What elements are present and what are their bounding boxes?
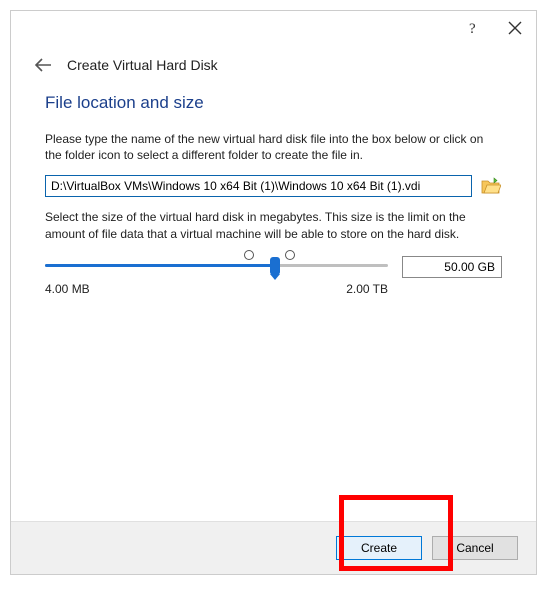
- section-title: File location and size: [45, 93, 502, 113]
- size-slider[interactable]: [45, 254, 388, 280]
- slider-min-label: 4.00 MB: [45, 282, 90, 296]
- header: Create Virtual Hard Disk: [11, 45, 536, 93]
- slider-thumb[interactable]: [270, 257, 280, 275]
- titlebar: ?: [11, 11, 536, 45]
- create-button[interactable]: Create: [336, 536, 422, 560]
- browse-folder-icon[interactable]: [480, 175, 502, 197]
- create-vhd-dialog: ? Create Virtual Hard Disk File location…: [10, 10, 537, 575]
- slider-max-label: 2.00 TB: [346, 282, 388, 296]
- path-instruction: Please type the name of the new virtual …: [45, 131, 502, 163]
- help-icon[interactable]: ?: [464, 19, 482, 37]
- path-row: [45, 175, 502, 197]
- path-input[interactable]: [45, 175, 472, 197]
- svg-text:?: ?: [469, 21, 476, 36]
- close-icon[interactable]: [506, 19, 524, 37]
- cancel-button[interactable]: Cancel: [432, 536, 518, 560]
- slider-fill: [45, 264, 275, 267]
- tick-dot: [244, 250, 254, 260]
- size-input[interactable]: [402, 256, 502, 278]
- footer: Create Cancel: [11, 521, 536, 574]
- content: File location and size Please type the n…: [11, 93, 536, 304]
- size-instruction: Select the size of the virtual hard disk…: [45, 209, 502, 241]
- back-icon[interactable]: [33, 55, 53, 75]
- slider-area: 4.00 MB 2.00 TB: [45, 254, 502, 296]
- slider-labels: 4.00 MB 2.00 TB: [45, 282, 502, 296]
- tick-dot: [285, 250, 295, 260]
- dialog-title: Create Virtual Hard Disk: [67, 57, 218, 73]
